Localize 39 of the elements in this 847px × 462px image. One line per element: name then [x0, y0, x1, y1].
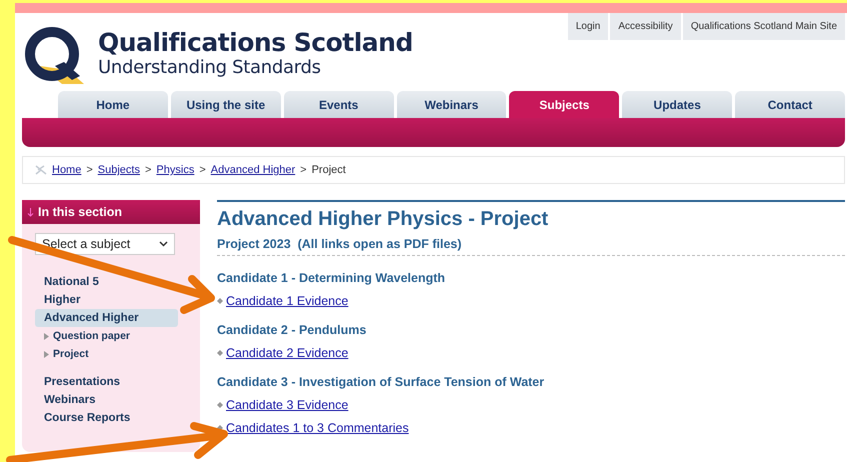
sidebar-title: In this section [38, 205, 122, 219]
breadcrumb-separator: > [86, 164, 93, 176]
pdf-link[interactable]: Candidate 3 Evidence [226, 398, 348, 412]
breadcrumb-link[interactable]: Physics [156, 164, 194, 176]
site-title: Qualifications Scotland [98, 29, 413, 57]
sidebar-item[interactable]: Webinars [35, 391, 178, 409]
nav-tab[interactable]: Updates [622, 91, 732, 118]
sidebar-item[interactable]: National 5 [35, 273, 178, 291]
breadcrumb-separator: > [300, 164, 307, 176]
breadcrumb-current: Project [312, 164, 346, 176]
sidebar-item[interactable]: Advanced Higher [35, 309, 178, 327]
pdf-link[interactable]: Candidate 1 Evidence [226, 294, 348, 308]
breadcrumb-link[interactable]: Advanced Higher [210, 164, 296, 176]
sidebar-item[interactable]: Course Reports [35, 409, 178, 427]
section-heading: Candidate 1 - Determining Wavelength [217, 271, 446, 285]
breadcrumb-separator: > [199, 164, 206, 176]
top-link[interactable]: Login [568, 13, 608, 40]
site-subtitle: Understanding Standards [98, 57, 322, 79]
top-link[interactable]: Accessibility [610, 13, 681, 40]
sidebar-subitem[interactable]: Question paper [44, 327, 200, 345]
nav-tab[interactable]: Home [58, 91, 168, 118]
nav-tab[interactable]: Subjects [509, 91, 620, 118]
section-heading: Candidate 3 - Investigation of Surface Tension of Water [217, 375, 546, 389]
sidebar-item[interactable]: Presentations [35, 373, 178, 391]
section-heading: Candidate 2 - Pendulums [217, 323, 368, 337]
nav-tab[interactable]: Events [284, 91, 394, 118]
nav-tab[interactable]: Webinars [396, 91, 506, 118]
breadcrumb-separator: > [144, 164, 152, 176]
breadcrumb-link[interactable]: Home [52, 164, 82, 176]
pdf-link[interactable]: Candidates 1 to 3 Commentaries [226, 421, 409, 435]
nav-tab[interactable]: Contact [735, 91, 846, 118]
breadcrumb-link[interactable]: Subjects [98, 164, 140, 176]
pdf-link[interactable]: Candidate 2 Evidence [226, 346, 348, 360]
sidebar-subitem[interactable]: Project [44, 345, 200, 363]
top-link[interactable]: Qualifications Scotland Main Site [682, 13, 845, 40]
sidebar-item[interactable]: Higher [35, 291, 178, 309]
page-title: Advanced Higher Physics - Project [217, 208, 550, 231]
page-subtitle: Project 2023 (All links open as PDF files) [217, 237, 845, 256]
nav-tab[interactable]: Using the site [170, 91, 281, 118]
